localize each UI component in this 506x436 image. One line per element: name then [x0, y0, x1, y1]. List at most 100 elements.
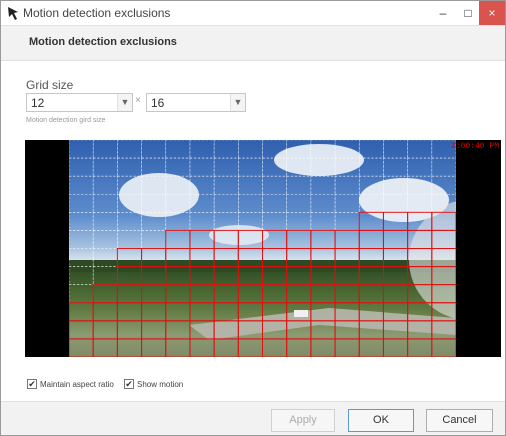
- grid-cell-excluded[interactable]: [407, 320, 433, 340]
- grid-cell-excluded[interactable]: [358, 266, 384, 286]
- grid-cell[interactable]: [213, 193, 239, 213]
- grid-cell-excluded[interactable]: [286, 338, 312, 357]
- grid-cell-excluded[interactable]: [141, 302, 167, 322]
- grid-cell[interactable]: [262, 140, 287, 159]
- grid-cell-excluded[interactable]: [189, 320, 215, 340]
- grid-cell-excluded[interactable]: [310, 266, 336, 286]
- grid-cell[interactable]: [189, 140, 215, 159]
- grid-cell[interactable]: [117, 157, 142, 177]
- grid-cell-excluded[interactable]: [262, 266, 288, 286]
- grid-cell[interactable]: [383, 157, 408, 177]
- grid-cell[interactable]: [358, 140, 384, 159]
- grid-cell[interactable]: [69, 140, 94, 159]
- grid-cell-excluded[interactable]: [213, 229, 239, 249]
- grid-cell-excluded[interactable]: [237, 284, 263, 304]
- grid-cell-excluded[interactable]: [237, 302, 263, 322]
- grid-cell-excluded[interactable]: [189, 284, 215, 304]
- grid-cell-excluded[interactable]: [431, 211, 456, 231]
- grid-cell-excluded[interactable]: [334, 266, 360, 286]
- grid-cell[interactable]: [92, 157, 118, 177]
- grid-cell[interactable]: [286, 193, 312, 213]
- grid-cell[interactable]: [141, 140, 167, 159]
- grid-cell-excluded[interactable]: [92, 338, 118, 357]
- grid-cell-excluded[interactable]: [165, 284, 191, 304]
- grid-cell-excluded[interactable]: [237, 338, 263, 357]
- close-button[interactable]: ×: [479, 1, 505, 25]
- grid-cell-excluded[interactable]: [407, 266, 433, 286]
- grid-cell-excluded[interactable]: [407, 211, 433, 231]
- grid-cell[interactable]: [383, 175, 408, 195]
- grid-cell[interactable]: [407, 140, 433, 159]
- grid-cell-excluded[interactable]: [358, 338, 384, 357]
- grid-cell-excluded[interactable]: [334, 338, 360, 357]
- grid-cell[interactable]: [310, 212, 336, 231]
- grid-cell-excluded[interactable]: [358, 229, 384, 249]
- grid-cell-excluded[interactable]: [141, 284, 167, 304]
- grid-cell[interactable]: [310, 193, 336, 213]
- grid-cell-excluded[interactable]: [334, 320, 360, 340]
- apply-button[interactable]: Apply: [271, 409, 335, 432]
- grid-cell[interactable]: [286, 212, 312, 231]
- grid-cell[interactable]: [310, 175, 336, 195]
- grid-cell[interactable]: [165, 175, 191, 195]
- grid-cell[interactable]: [165, 212, 191, 231]
- grid-cell-excluded[interactable]: [286, 320, 312, 340]
- grid-cell-excluded[interactable]: [237, 248, 263, 268]
- grid-cell-excluded[interactable]: [382, 284, 409, 304]
- grid-cell[interactable]: [262, 175, 287, 195]
- show-motion-label[interactable]: Show motion: [137, 380, 183, 389]
- grid-cell-excluded[interactable]: [334, 229, 360, 249]
- grid-cell[interactable]: [213, 140, 239, 159]
- grid-cell[interactable]: [117, 193, 142, 213]
- grid-cell[interactable]: [213, 157, 239, 177]
- grid-cell-excluded[interactable]: [262, 338, 288, 357]
- grid-cell-excluded[interactable]: [262, 248, 288, 268]
- grid-cell-excluded[interactable]: [213, 284, 239, 304]
- grid-cell-excluded[interactable]: [237, 320, 263, 340]
- grid-cell[interactable]: [69, 248, 94, 267]
- grid-cell-excluded[interactable]: [358, 320, 384, 340]
- grid-cell[interactable]: [69, 212, 94, 231]
- grid-cell-excluded[interactable]: [165, 302, 191, 322]
- grid-cell-excluded[interactable]: [286, 229, 312, 249]
- grid-cell-excluded[interactable]: [213, 320, 239, 340]
- grid-cell-excluded[interactable]: [165, 320, 191, 340]
- grid-cell[interactable]: [189, 193, 215, 213]
- grid-cell[interactable]: [165, 193, 191, 213]
- cancel-button[interactable]: Cancel: [426, 409, 493, 432]
- ok-button[interactable]: OK: [348, 409, 414, 432]
- maintain-aspect-checkbox[interactable]: ✔: [27, 379, 37, 389]
- grid-cell-excluded[interactable]: [141, 338, 167, 357]
- grid-cell-excluded[interactable]: [189, 229, 215, 249]
- grid-cell-excluded[interactable]: [69, 302, 94, 322]
- grid-cell[interactable]: [334, 193, 360, 213]
- grid-cell[interactable]: [213, 175, 239, 195]
- grid-cell-excluded[interactable]: [213, 266, 239, 286]
- grid-cell-excluded[interactable]: [262, 320, 288, 340]
- grid-cell[interactable]: [92, 193, 118, 213]
- grid-cell-excluded[interactable]: [237, 229, 263, 249]
- grid-cell-excluded[interactable]: [382, 266, 409, 286]
- grid-cell-excluded[interactable]: [262, 229, 288, 249]
- grid-cell[interactable]: [141, 157, 167, 177]
- grid-cell-excluded[interactable]: [237, 266, 263, 286]
- grid-cell[interactable]: [69, 193, 94, 213]
- grid-cell[interactable]: [358, 175, 384, 195]
- grid-cell-excluded[interactable]: [213, 248, 239, 268]
- grid-cell-excluded[interactable]: [116, 266, 143, 286]
- grid-cell-excluded[interactable]: [407, 302, 433, 322]
- grid-cell-excluded[interactable]: [431, 229, 456, 249]
- grid-cell-excluded[interactable]: [213, 302, 239, 322]
- grid-cell[interactable]: [165, 140, 191, 159]
- grid-cell[interactable]: [383, 140, 408, 159]
- show-motion-checkbox[interactable]: ✔: [124, 379, 134, 389]
- grid-cell-excluded[interactable]: [116, 302, 143, 322]
- grid-cell[interactable]: [407, 175, 433, 195]
- grid-cell-excluded[interactable]: [334, 284, 360, 304]
- grid-cell-excluded[interactable]: [165, 248, 191, 268]
- grid-cell[interactable]: [431, 193, 456, 213]
- grid-cell-excluded[interactable]: [286, 284, 312, 304]
- grid-cell[interactable]: [334, 140, 360, 159]
- grid-cell-excluded[interactable]: [334, 302, 360, 322]
- grid-cell-excluded[interactable]: [262, 284, 288, 304]
